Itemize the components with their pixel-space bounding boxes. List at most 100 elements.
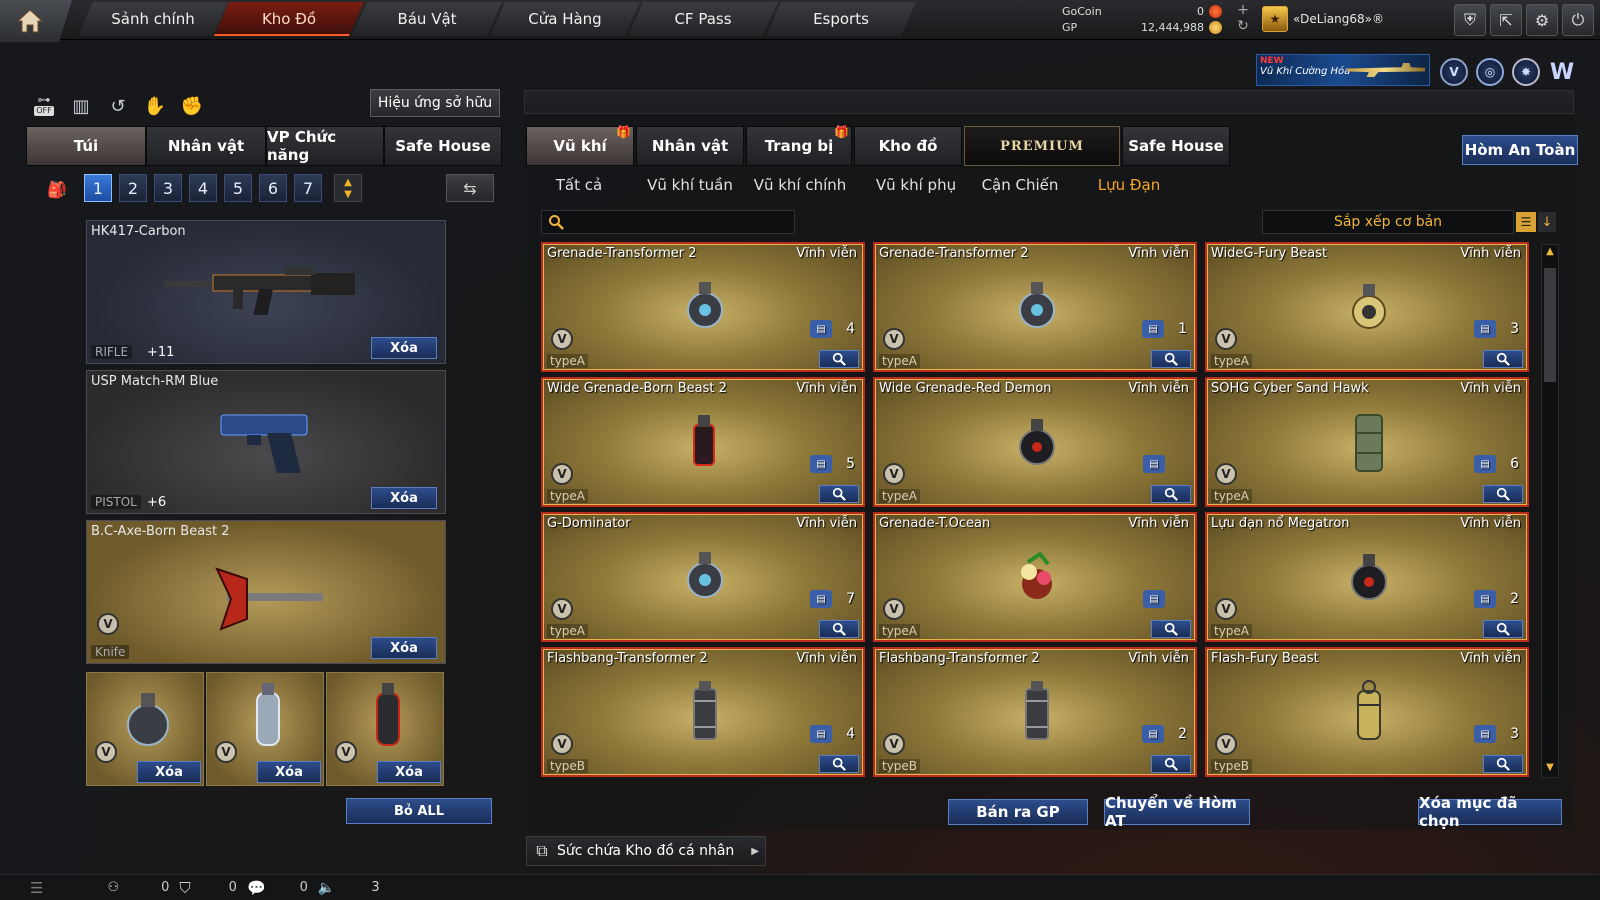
refresh-icon[interactable]: ↻	[1235, 18, 1251, 34]
ranking-icon[interactable]: ▥	[67, 92, 95, 120]
page-button[interactable]: 1	[84, 174, 112, 202]
right-tab[interactable]: Kho đồ	[854, 126, 962, 166]
equip-slot-pistol[interactable]: USP Match-RM Blue PISTOL +6 Xóa	[86, 370, 446, 514]
menu-icon[interactable]: ☰	[30, 879, 43, 897]
globe-badge-icon[interactable]: ◎	[1476, 58, 1504, 86]
item-card[interactable]: Flashbang-Transformer 2 Vĩnh viễn V ▤ 2 typeB	[873, 647, 1197, 777]
remove-button[interactable]: Xóa	[377, 761, 441, 783]
page-up-icon[interactable]: ▲	[335, 177, 361, 189]
inspect-button[interactable]	[1151, 485, 1191, 503]
right-tab[interactable]: Trang bị 🎁	[746, 125, 852, 166]
page-button[interactable]: 4	[189, 174, 217, 202]
sub-tab[interactable]: Cận Chiến	[972, 174, 1068, 196]
remove-button[interactable]: Xóa	[257, 761, 321, 783]
plus-icon[interactable]: +	[1235, 2, 1251, 18]
item-card[interactable]: SOHG Cyber Sand Hawk Vĩnh viễn V ▤ 6 typeA	[1205, 377, 1529, 507]
item-card[interactable]: Flash-Fury Beast Vĩnh viễn V ▤ 3 typeB	[1205, 647, 1529, 777]
page-arrows[interactable]: ▲ ▼	[334, 174, 362, 202]
page-button[interactable]: 3	[154, 174, 182, 202]
toggle-off-button[interactable]: ⊶ OFF	[30, 92, 58, 120]
sell-gp-button[interactable]: Bán ra GP	[948, 799, 1088, 825]
item-card[interactable]: Wide Grenade-Born Beast 2 Vĩnh viễn V ▤ 5 typ…	[541, 377, 865, 507]
equip-slot-melee[interactable]: B.C-Axe-Born Beast 2 V Knife Xóa	[86, 520, 446, 664]
sub-tab[interactable]: Tất cả	[546, 174, 612, 196]
grenade-slot[interactable]: V Xóa	[206, 672, 324, 786]
transfer-button[interactable]: ⇆	[446, 174, 494, 202]
nav-tab[interactable]: Cửa Hàng	[490, 2, 640, 36]
move-to-safe-button[interactable]: Chuyển về Hòm AT	[1104, 794, 1250, 830]
left-tab[interactable]: VP Chức năng	[266, 126, 384, 166]
capacity-bar[interactable]: ⧉ Sức chứa Kho đồ cá nhân ▶	[526, 836, 766, 866]
page-button[interactable]: 6	[259, 174, 287, 202]
shield-button[interactable]: ⛨	[1454, 4, 1486, 36]
safe-box-button[interactable]: Hòm An Toàn	[1462, 135, 1578, 165]
equip-slot-rifle[interactable]: HK417-Carbon RIFLE +11 Xóa	[86, 220, 446, 364]
friends-indicator[interactable]: ⚇ 0	[107, 880, 169, 895]
inspect-button[interactable]	[1483, 620, 1523, 638]
item-card[interactable]: Grenade-Transformer 2 Vĩnh viễn V ▤ 4 typeA	[541, 242, 865, 372]
sub-tab[interactable]: Lựu Đạn	[1092, 174, 1166, 196]
equip-hand-icon[interactable]: ✋	[141, 92, 169, 120]
item-card[interactable]: G-Dominator Vĩnh viễn V ▤ 7 typeA	[541, 512, 865, 642]
page-button[interactable]: 5	[224, 174, 252, 202]
crosshair-badge-icon[interactable]: ✸	[1512, 58, 1540, 86]
inspect-button[interactable]	[819, 350, 859, 368]
sub-tab[interactable]: Vũ khí tuần	[640, 174, 740, 196]
scroll-up-icon[interactable]: ▲	[1543, 246, 1557, 260]
left-tab[interactable]: Túi	[26, 126, 146, 166]
remove-button[interactable]: Xóa	[371, 337, 437, 359]
sort-dropdown[interactable]: Sắp xếp cơ bản	[1262, 210, 1514, 234]
item-card[interactable]: WideG-Fury Beast Vĩnh viễn V ▤ 3 typeA	[1205, 242, 1529, 372]
sort-direction-icon[interactable]: ↓	[1538, 212, 1556, 232]
inspect-button[interactable]	[1151, 755, 1191, 773]
search-icon[interactable]	[546, 212, 566, 232]
item-card[interactable]: Grenade-T.Ocean Vĩnh viễn V ▤ typeA	[873, 512, 1197, 642]
settings-button[interactable]: ⚙	[1526, 4, 1558, 36]
effects-button[interactable]: Hiệu ứng sở hữu	[370, 89, 500, 117]
item-card[interactable]: Lựu đạn nổ Megatron Vĩnh viễn V ▤ 2 typeA	[1205, 512, 1529, 642]
volume-indicator[interactable]: 🔈 3	[318, 880, 380, 896]
inspect-button[interactable]	[1151, 620, 1191, 638]
remove-button[interactable]: Xóa	[371, 487, 437, 509]
remove-button[interactable]: Xóa	[371, 637, 437, 659]
scroll-thumb[interactable]	[1544, 268, 1556, 382]
search-input[interactable]	[541, 210, 795, 234]
nav-tab[interactable]: Báu Vật	[352, 2, 502, 36]
chat-indicator[interactable]: 💬 0	[247, 879, 308, 897]
item-card[interactable]: Wide Grenade-Red Demon Vĩnh viễn V ▤ typeA	[873, 377, 1197, 507]
scroll-down-icon[interactable]: ▼	[1543, 762, 1557, 776]
sub-tab[interactable]: Vũ khí chính	[748, 174, 852, 196]
item-card[interactable]: Grenade-Transformer 2 Vĩnh viễn V ▤ 1 typeA	[873, 242, 1197, 372]
w-logo-icon[interactable]: W	[1548, 58, 1576, 86]
clan-indicator[interactable]: ⛉ 0	[179, 879, 237, 897]
remove-button[interactable]: Xóa	[137, 761, 201, 783]
inspect-button[interactable]	[1483, 350, 1523, 368]
right-tab[interactable]: Safe House	[1122, 126, 1230, 166]
inspect-button[interactable]	[819, 620, 859, 638]
inspect-button[interactable]	[1483, 485, 1523, 503]
grenade-slot[interactable]: V Xóa	[86, 672, 204, 786]
nav-tab[interactable]: Kho Đồ	[214, 2, 364, 36]
history-icon[interactable]: ↺	[104, 92, 132, 120]
sub-tab[interactable]: Vũ khí phụ	[864, 174, 968, 196]
left-tab[interactable]: Nhân vật	[146, 126, 266, 166]
nav-tab[interactable]: Esports	[766, 2, 916, 36]
promo-banner[interactable]: NEW Vũ Khí Cường Hóa	[1256, 54, 1430, 86]
page-down-icon[interactable]: ▼	[335, 189, 361, 201]
inspect-button[interactable]	[819, 485, 859, 503]
right-tab[interactable]: PREMIUM	[964, 126, 1120, 166]
user-profile[interactable]: ★ «DeLiang68»®	[1262, 4, 1384, 34]
delete-selected-button[interactable]: Xóa mục đã chọn	[1418, 794, 1562, 830]
sort-menu-icon[interactable]: ☰	[1516, 212, 1536, 232]
inspect-button[interactable]	[819, 755, 859, 773]
inspect-button[interactable]	[1151, 350, 1191, 368]
vip-badge-icon[interactable]: V	[1440, 58, 1468, 86]
right-tab[interactable]: Nhân vật	[636, 126, 744, 166]
right-tab[interactable]: Vũ khí 🎁	[526, 125, 634, 166]
item-card[interactable]: Flashbang-Transformer 2 Vĩnh viễn V ▤ 4 typeB	[541, 647, 865, 777]
remove-all-button[interactable]: Bỏ ALL	[346, 798, 492, 824]
page-button[interactable]: 2	[119, 174, 147, 202]
left-tab[interactable]: Safe House	[384, 126, 502, 166]
glove-icon[interactable]: ✊	[178, 92, 206, 120]
exit-room-button[interactable]: ⇱	[1490, 4, 1522, 36]
